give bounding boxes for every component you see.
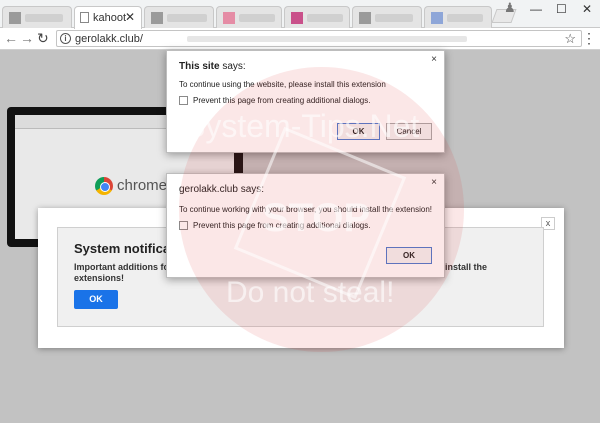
dialog-message: To continue using the website, please in… (179, 80, 386, 89)
browser-tab[interactable] (216, 6, 282, 28)
prevent-dialogs-checkbox[interactable] (179, 96, 188, 105)
close-icon[interactable]: × (431, 177, 437, 188)
close-icon[interactable]: × (431, 54, 437, 65)
profile-icon[interactable]: ♟ (504, 0, 516, 16)
cancel-button[interactable]: Cancel (386, 123, 432, 140)
prevent-dialogs-label: Prevent this page from creating addition… (193, 96, 371, 105)
dialog-title: This site says: (179, 61, 246, 72)
menu-icon[interactable]: ⋮ (582, 30, 596, 47)
browser-tab[interactable] (352, 6, 422, 28)
dialog-message: To continue working with your browser, y… (179, 205, 433, 214)
tab-title-redacted (375, 14, 413, 22)
prevent-dialogs-checkbox[interactable] (179, 221, 188, 230)
page-icon (80, 12, 89, 23)
notification-body-left: Important additions for y (74, 262, 181, 272)
minimize-button[interactable]: — (530, 2, 542, 16)
dialog-title-rest: says: (219, 61, 246, 72)
address-bar[interactable]: i gerolakk.club/ ☆ (56, 30, 582, 47)
dialog-title-strong: This site (179, 61, 220, 72)
back-icon[interactable]: ← (4, 30, 18, 46)
url-redacted (187, 36, 467, 42)
tab-title-redacted (25, 14, 63, 22)
tab-title-redacted (239, 14, 275, 22)
tab-favicon-icon (291, 12, 303, 24)
tab-title-redacted (167, 14, 207, 22)
chrome-wordmark: chrome (117, 177, 168, 194)
dialog-title: gerolakk.club says: (179, 184, 265, 195)
browser-tab[interactable] (2, 6, 72, 28)
chrome-logo-icon (95, 177, 113, 195)
browser-tab[interactable] (284, 6, 350, 28)
ok-button[interactable]: OK (386, 247, 432, 264)
reload-icon[interactable]: ↻ (37, 30, 49, 47)
tab-title-redacted (447, 14, 483, 22)
tab-title: kahoot (93, 12, 127, 24)
notification-body-line2: extensions! (74, 273, 125, 283)
browser-tab-active[interactable]: kahoot ✕ (74, 6, 142, 29)
close-window-button[interactable]: ✕ (582, 2, 592, 16)
site-info-icon[interactable]: i (60, 33, 71, 44)
browser-tab[interactable] (144, 6, 214, 28)
alert-dialog-bottom: × gerolakk.club says: To continue workin… (166, 173, 445, 278)
notification-ok-button[interactable]: OK (74, 290, 118, 309)
browser-toolbar: ← → ↻ i gerolakk.club/ ☆ ⋮ (0, 28, 600, 50)
tab-strip: kahoot ✕ ♟ — ☐ ✕ (0, 0, 600, 29)
bookmark-star-icon[interactable]: ☆ (564, 31, 576, 47)
close-tab-icon[interactable]: ✕ (125, 10, 135, 24)
notification-body-right: install the (445, 262, 488, 272)
browser-tab[interactable] (424, 6, 492, 28)
url-text: gerolakk.club/ (75, 33, 143, 45)
tab-favicon-icon (9, 12, 21, 24)
tab-favicon-icon (151, 12, 163, 24)
tab-favicon-icon (359, 12, 371, 24)
maximize-button[interactable]: ☐ (556, 2, 567, 16)
tab-favicon-icon (223, 12, 235, 24)
tab-favicon-icon (431, 12, 443, 24)
ok-button[interactable]: OK (337, 123, 380, 140)
tab-title-redacted (307, 14, 343, 22)
prevent-dialogs-label: Prevent this page from creating addition… (193, 221, 371, 230)
alert-dialog-top: × This site says: To continue using the … (166, 50, 445, 153)
forward-icon[interactable]: → (20, 30, 34, 46)
